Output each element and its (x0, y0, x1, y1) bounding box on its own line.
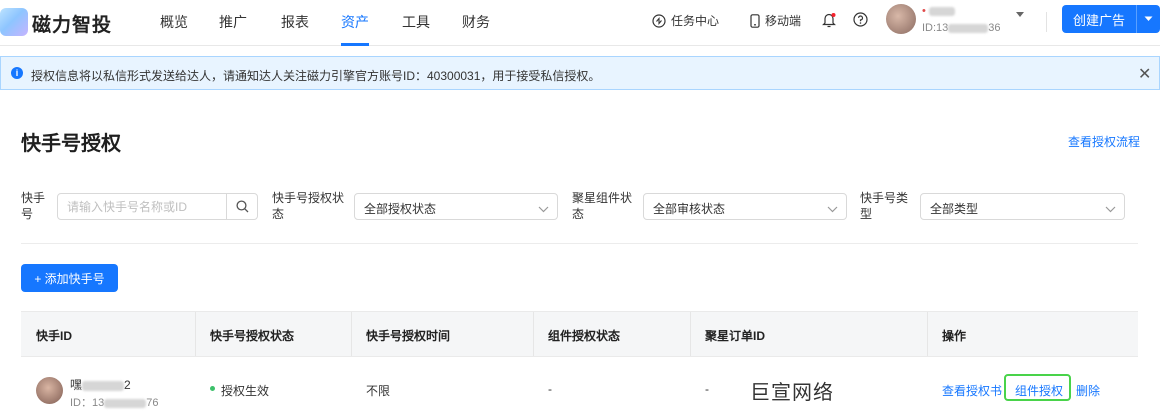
column-separator (351, 312, 352, 356)
tab-assets[interactable]: 资产 (341, 12, 369, 32)
tab-overview[interactable]: 概览 (160, 12, 188, 32)
component-status-value: 全部审核状态 (653, 202, 726, 216)
column-header-auth-time: 快手号授权时间 (366, 329, 451, 343)
auth-status-cell: 授权生效 (221, 384, 270, 398)
close-icon[interactable]: ✕ (1138, 64, 1151, 84)
column-separator (690, 312, 691, 356)
chevron-down-icon (1105, 202, 1116, 216)
column-separator (195, 312, 196, 356)
account-id: ID：13 76 (70, 394, 159, 410)
account-search-input[interactable] (58, 194, 226, 219)
account-type-select[interactable]: 全部类型 (920, 193, 1125, 220)
user-name-redacted (928, 6, 955, 16)
account-type-value: 全部类型 (930, 202, 979, 216)
search-button[interactable] (226, 194, 257, 219)
create-ad-button[interactable]: 创建广告 (1062, 5, 1136, 33)
component-status-cell: - (548, 382, 552, 396)
nav-divider (1046, 12, 1047, 32)
user-id-suffix: 36 (988, 22, 1001, 34)
info-icon: i (11, 67, 23, 79)
account-name-redacted (82, 380, 125, 391)
column-separator (533, 312, 534, 356)
search-icon (235, 200, 249, 213)
account-name: 嘿2 (70, 376, 131, 393)
tab-finance[interactable]: 财务 (462, 12, 490, 32)
account-id-redacted (104, 398, 147, 408)
brand-logo[interactable] (0, 8, 28, 36)
account-name-suffix: 2 (124, 378, 131, 392)
create-ad-dropdown-button[interactable] (1136, 5, 1160, 33)
notice-bar: i 授权信息将以私信形式发送给达人，请通知达人关注磁力引擎官方账号ID：4030… (0, 56, 1160, 90)
help-icon (853, 12, 868, 27)
task-center-label: 任务中心 (671, 14, 720, 28)
table-header: 快手ID 快手号授权状态 快手号授权时间 组件授权状态 聚星订单ID 操作 (21, 311, 1138, 357)
chevron-down-icon (1144, 16, 1153, 22)
user-avatar[interactable] (886, 4, 916, 34)
component-auth-link[interactable]: 组件授权 (1015, 382, 1063, 399)
column-header-auth-status: 快手号授权状态 (210, 329, 295, 343)
auth-time-cell: 不限 (366, 384, 391, 398)
account-filter-label: 快手号 (21, 191, 46, 221)
mobile-phone-icon (750, 13, 760, 28)
filter-divider (21, 243, 1138, 244)
column-header-account-id: 快手ID (36, 329, 73, 343)
auth-status-value: 全部授权状态 (364, 202, 437, 216)
tab-promotion[interactable]: 推广 (219, 12, 247, 32)
account-avatar (36, 377, 63, 404)
task-center-link[interactable]: 任务中心 (652, 12, 719, 29)
tab-reports[interactable]: 报表 (281, 12, 309, 32)
order-id-cell: - (705, 382, 709, 396)
user-id-redacted (948, 23, 989, 33)
view-auth-letter-link[interactable]: 查看授权书 (942, 382, 1002, 399)
brand-name[interactable]: 磁力智投 (32, 10, 112, 37)
account-id-suffix: 76 (146, 397, 159, 409)
notification-button[interactable] (822, 12, 836, 28)
active-tab-indicator (341, 43, 369, 46)
chevron-down-icon (827, 202, 838, 216)
watermark-text: 巨宣网络 (750, 382, 834, 404)
tab-tools[interactable]: 工具 (402, 12, 430, 32)
help-button[interactable] (853, 12, 868, 27)
mobile-label: 移动端 (765, 14, 802, 28)
chevron-down-icon (538, 202, 549, 216)
delete-link[interactable]: 删除 (1076, 382, 1100, 399)
auth-status-filter-label: 快手号授权状态 (272, 191, 345, 221)
task-center-icon (652, 13, 666, 28)
user-name-prefix: • (922, 5, 926, 17)
top-navbar: 磁力智投 概览 推广 报表 资产 工具 财务 任务中心 移动端 • ID:13 3… (0, 0, 1160, 46)
column-header-actions: 操作 (942, 329, 967, 343)
user-id-prefix: ID:13 (922, 22, 949, 34)
user-name: • (922, 5, 955, 17)
user-menu-caret-icon[interactable] (1016, 12, 1024, 17)
account-search-box (57, 193, 258, 220)
auth-status-select[interactable]: 全部授权状态 (354, 193, 558, 220)
add-account-button[interactable]: + 添加快手号 (21, 264, 118, 292)
component-status-select[interactable]: 全部审核状态 (643, 193, 847, 220)
account-name-prefix: 嘿 (70, 378, 83, 392)
user-id: ID:13 36 (922, 22, 1001, 34)
view-auth-flow-link[interactable]: 查看授权流程 (1068, 133, 1140, 150)
notice-text: 授权信息将以私信形式发送给达人，请通知达人关注磁力引擎官方账号ID：403000… (31, 69, 601, 83)
page-title: 快手号授权 (21, 133, 121, 155)
account-type-filter-label: 快手号类型 (860, 191, 909, 221)
column-header-component-status: 组件授权状态 (548, 329, 621, 343)
account-id-prefix: ID：13 (70, 397, 105, 409)
component-status-filter-label: 聚星组件状态 (572, 191, 633, 221)
column-header-order-id: 聚星订单ID (705, 329, 766, 343)
mobile-link[interactable]: 移动端 (750, 12, 801, 29)
bell-icon (822, 12, 836, 28)
column-separator (927, 312, 928, 356)
status-dot (210, 386, 215, 391)
